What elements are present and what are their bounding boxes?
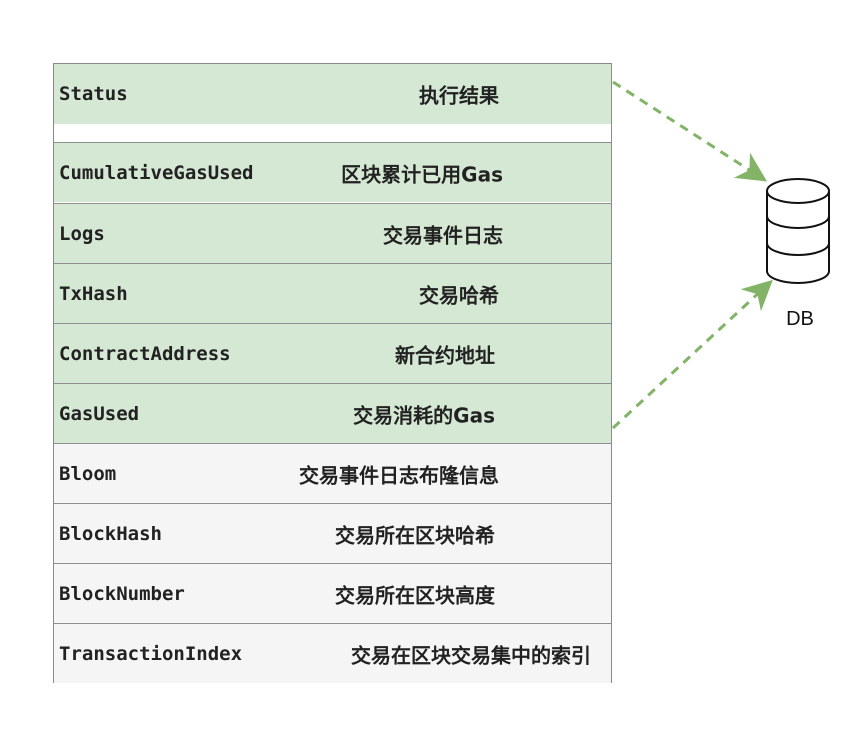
arrow-to-db-top: [612, 80, 768, 182]
database-icon: [766, 178, 830, 284]
db-label: DB: [786, 308, 814, 330]
connector-layer: [611, 80, 830, 430]
arrow-to-db-bottom: [611, 279, 773, 430]
